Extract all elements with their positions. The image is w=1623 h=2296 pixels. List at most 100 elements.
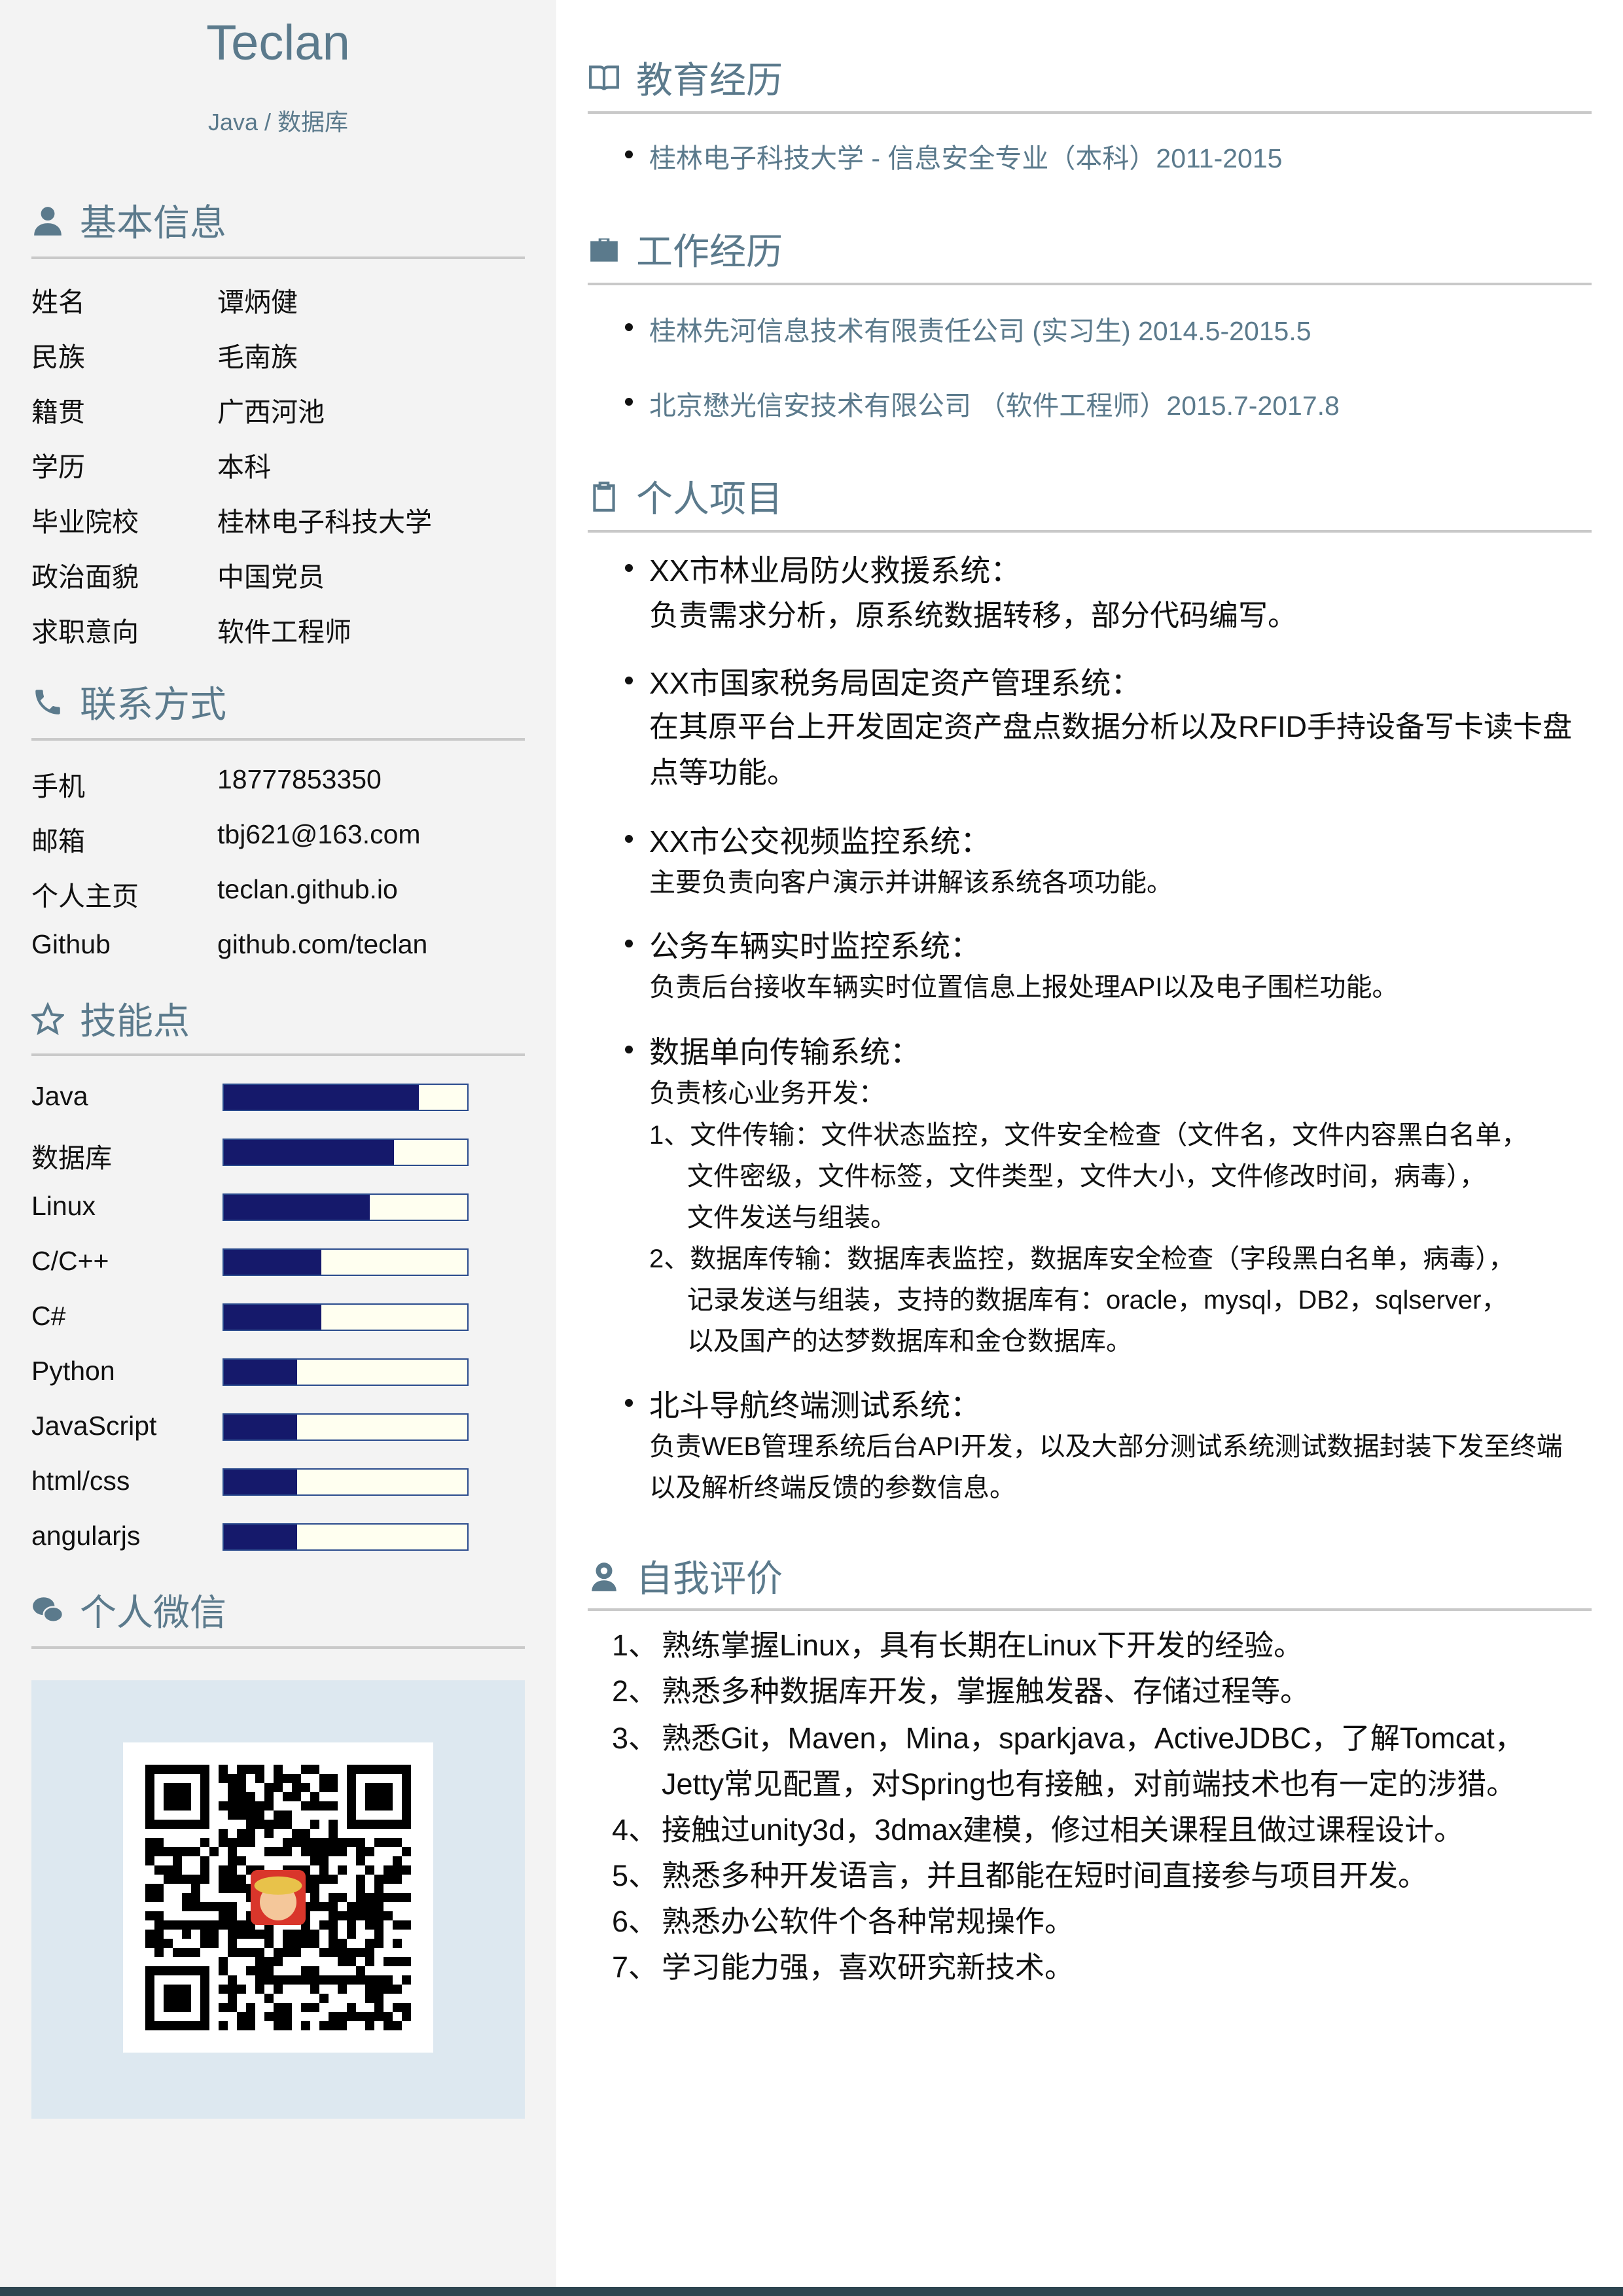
skill-name: angularjs — [31, 1521, 141, 1551]
divider — [31, 738, 525, 741]
info-label: 政治面貌 — [31, 562, 139, 592]
evaluation-text: 熟悉多种数据库开发，掌握触发器、存储过程等。 — [662, 1674, 1310, 1708]
skill-name: html/css — [31, 1466, 130, 1496]
section-work: 工作经历 — [588, 222, 783, 275]
divider — [31, 1646, 525, 1649]
section-basic-info: 基本信息 — [31, 194, 226, 247]
skill-level-bar — [223, 1084, 469, 1111]
info-value: 软件工程师 — [217, 617, 351, 647]
skill-name: Java — [31, 1081, 88, 1111]
skill-level-bar — [223, 1358, 469, 1386]
clipboard-icon — [593, 481, 615, 512]
resume-name: Teclan — [206, 15, 350, 71]
skill-level-bar — [223, 1523, 469, 1551]
section-title: 基本信息 — [80, 202, 226, 243]
info-label: 籍贯 — [31, 397, 85, 427]
section-projects: 个人项目 — [588, 470, 783, 523]
skill-level-fill — [224, 1470, 297, 1494]
evaluation-number: 2、 — [612, 1674, 658, 1708]
skill-level-fill — [224, 1360, 297, 1385]
project-detail-line: 1、文件传输：文件状态监控，文件安全检查（文件名，文件内容黑白名单， — [649, 1121, 1528, 1150]
skill-level-fill — [224, 1140, 395, 1165]
section-wechat: 个人微信 — [31, 1583, 226, 1636]
list-bullet — [625, 323, 633, 331]
skill-level-bar — [223, 1303, 469, 1331]
evaluation-number: 4、 — [612, 1813, 658, 1846]
info-label: 姓名 — [31, 287, 85, 317]
skill-level-fill — [224, 1305, 321, 1330]
work-item[interactable]: 北京懋光信安技术有限公司 （软件工程师）2015.7-2017.8 — [649, 383, 1340, 423]
project-title: XX市国家税务局固定资产管理系统： — [649, 666, 1141, 700]
info-value: 谭炳健 — [217, 287, 298, 317]
book-icon — [589, 65, 619, 90]
qr-code-image — [145, 1765, 411, 2030]
user-icon — [34, 206, 62, 236]
star-icon — [31, 1002, 64, 1035]
contact-value: 18777853350 — [217, 764, 382, 794]
info-value: 广西河池 — [217, 397, 325, 427]
list-bullet — [625, 835, 633, 843]
skill-name: C/C++ — [31, 1246, 109, 1276]
section-contact: 联系方式 — [31, 675, 226, 728]
contact-value[interactable]: tbj621@163.com — [217, 819, 421, 850]
info-label: 学历 — [31, 452, 85, 482]
list-bullet — [625, 398, 633, 406]
info-label: 求职意向 — [31, 617, 139, 647]
evaluation-number: 5、 — [612, 1859, 658, 1892]
evaluation-number: 7、 — [612, 1951, 658, 1984]
info-value: 本科 — [217, 452, 271, 482]
evaluation-text: 接触过unity3d，3dmax建模，修过相关课程且做过课程设计。 — [662, 1813, 1464, 1846]
evaluation-text: 熟练掌握Linux，具有长期在Linux下开发的经验。 — [662, 1629, 1304, 1662]
project-description: 负责核心业务开发： — [649, 1079, 885, 1108]
skill-level-fill — [224, 1195, 370, 1220]
section-title: 自我评价 — [636, 1558, 783, 1599]
section-education: 教育经历 — [588, 51, 783, 104]
skill-name: JavaScript — [31, 1411, 157, 1441]
info-label: 毕业院校 — [31, 507, 139, 537]
list-bullet — [625, 1046, 633, 1053]
project-title: 公务车辆实时监控系统： — [649, 929, 980, 963]
list-bullet — [625, 150, 633, 158]
section-skills: 技能点 — [31, 992, 190, 1045]
project-detail-line: 文件密级，文件标签，文件类型，文件大小，文件修改时间，病毒）， — [687, 1162, 1486, 1191]
project-title: 数据单向传输系统： — [649, 1035, 920, 1069]
skill-level-bar — [223, 1468, 469, 1496]
sidebar: Teclan Java / 数据库 基本信息 姓名 谭炳健 民族 毛南族 籍贯 广西河池学… — [0, 0, 556, 2287]
info-value: 桂林电子科技大学 — [217, 507, 432, 537]
info-value: 中国党员 — [217, 562, 325, 592]
section-title: 工作经历 — [636, 231, 783, 272]
education-item[interactable]: 桂林电子科技大学 - 信息安全专业（本科）2011-2015 — [649, 136, 1282, 175]
wechat-icon — [33, 1597, 64, 1623]
work-item[interactable]: 桂林先河信息技术有限责任公司 (实习生) 2014.5-2015.5 — [649, 309, 1311, 348]
contact-label: 个人主页 — [31, 881, 139, 911]
evaluation-text: 熟悉Git，Maven，Mina，sparkjava，ActiveJDBC，了解… — [662, 1722, 1524, 1801]
skill-level-fill — [224, 1415, 297, 1439]
project-description: 主要负责向客户演示并讲解该系统各项功能。 — [649, 868, 1173, 897]
skill-name: Linux — [31, 1191, 96, 1221]
evaluation-text: 熟悉办公软件个各种常规操作。 — [662, 1905, 1075, 1938]
briefcase-icon — [590, 238, 618, 262]
evaluation-number: 6、 — [612, 1905, 658, 1938]
list-bullet — [625, 677, 633, 684]
list-bullet — [625, 1399, 633, 1407]
section-title: 技能点 — [80, 1000, 190, 1042]
divider — [31, 1053, 525, 1056]
skill-name: Python — [31, 1356, 115, 1386]
project-detail-line: 以及国产的达梦数据库和金仓数据库。 — [687, 1327, 1132, 1356]
skill-name: C# — [31, 1301, 66, 1331]
skill-level-bar — [223, 1139, 469, 1166]
wechat-qr-panel — [31, 1680, 525, 2119]
evaluation-text: 学习能力强，喜欢研究新技术。 — [662, 1951, 1075, 1984]
info-label: 民族 — [31, 342, 85, 372]
contact-value[interactable]: teclan.github.io — [217, 874, 398, 905]
qr-code — [123, 1742, 433, 2053]
section-title: 个人项目 — [636, 478, 783, 520]
evaluation-text: 熟悉多种开发语言，并且都能在短时间直接参与项目开发。 — [662, 1859, 1428, 1892]
section-title: 联系方式 — [80, 684, 226, 725]
bottom-bar — [0, 2287, 1623, 2296]
contact-value[interactable]: github.com/teclan — [217, 929, 427, 960]
project-title: XX市林业局防火救援系统： — [649, 554, 1021, 588]
divider — [588, 1608, 1592, 1611]
list-bullet — [625, 940, 633, 947]
project-detail-line: 2、数据库传输：数据库表监控，数据库安全检查（字段黑白名单，病毒）， — [649, 1245, 1515, 1273]
